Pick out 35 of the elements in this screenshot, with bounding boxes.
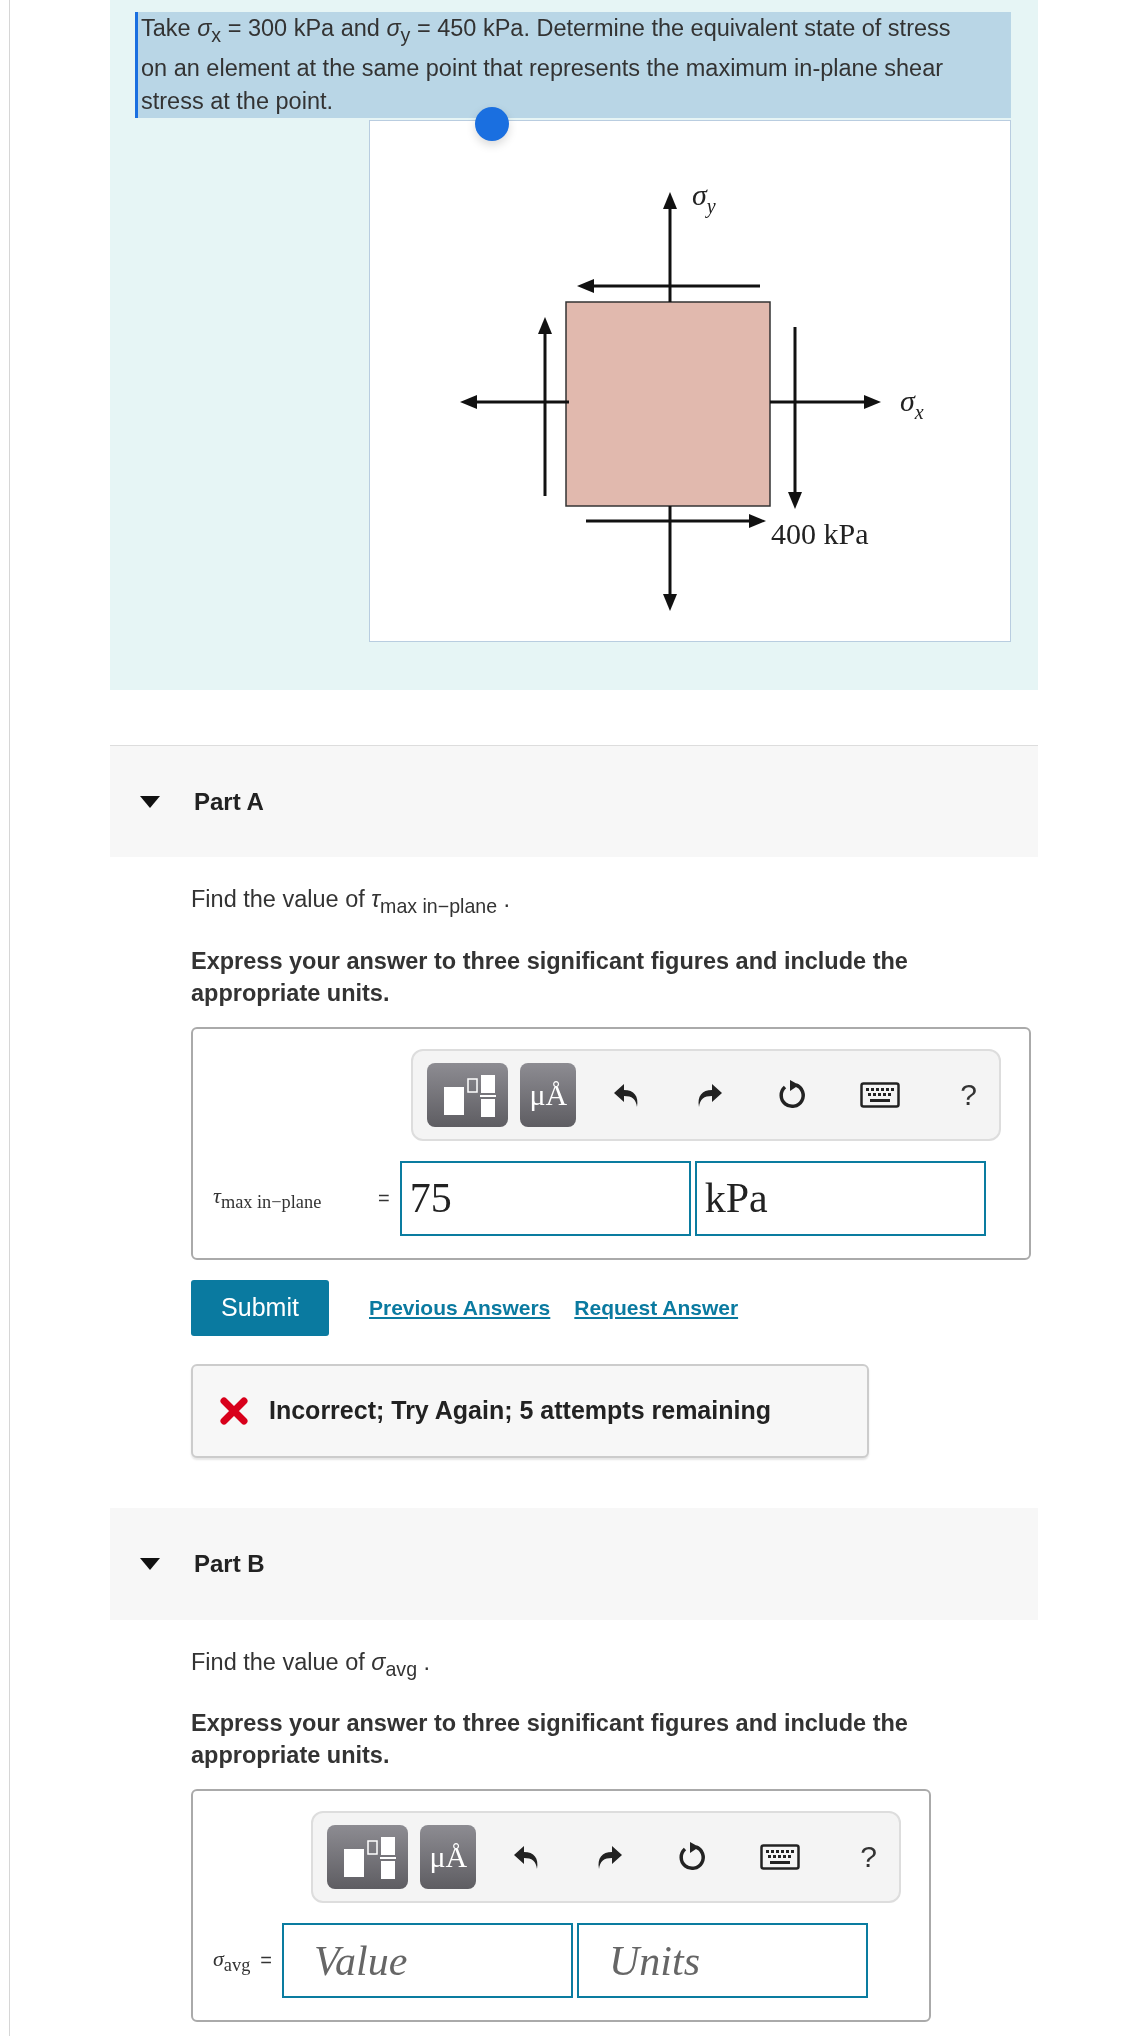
value-field[interactable]: 75: [399, 1160, 691, 1236]
part-header[interactable]: Part A: [110, 745, 1038, 857]
part-title: Part A: [194, 787, 264, 816]
equals-sign: =: [260, 1949, 272, 1973]
templates-button[interactable]: [327, 1825, 409, 1890]
keyboard-icon[interactable]: [860, 1081, 901, 1108]
instruction-text: Express your answer to three significant figures and include the appropriate units.: [191, 946, 909, 1008]
answer-label: σ$_{avg}$: [213, 1945, 251, 1977]
templates-button[interactable]: [427, 1062, 509, 1127]
units-field[interactable]: Units: [577, 1923, 868, 1999]
units-button[interactable]: μÅ: [520, 1062, 577, 1127]
shear-stress-label: 400 kPa: [771, 516, 869, 550]
units-button[interactable]: μÅ: [420, 1825, 477, 1890]
instruction-text: Express your answer to three significant figures and include the appropriate units.: [191, 1709, 909, 1771]
question-prompt: Find the value of τ$_{max in−plane}$ .: [191, 885, 512, 919]
help-button[interactable]: ?: [852, 1840, 885, 1875]
answer-label: τ$_{max in−plane}$: [213, 1183, 323, 1214]
help-button[interactable]: ?: [952, 1077, 985, 1112]
part-header[interactable]: Part B: [110, 1507, 1038, 1620]
answer-link[interactable]: Request Answer: [574, 1295, 739, 1320]
answer-link[interactable]: Previous Answers: [369, 1295, 551, 1320]
error-cross-icon: [219, 1395, 249, 1426]
value-field[interactable]: Value: [282, 1923, 573, 1999]
sigma-x-label: σ$_{x}$: [900, 383, 924, 423]
disclosure-triangle-icon[interactable]: [140, 795, 160, 808]
equals-sign: =: [378, 1186, 390, 1210]
submit-button[interactable]: Submit: [191, 1279, 329, 1336]
disclosure-triangle-icon[interactable]: [140, 1557, 160, 1570]
feedback-text: Incorrect; Try Again; 5 attempts remaining: [269, 1396, 771, 1426]
keyboard-icon[interactable]: [760, 1844, 801, 1871]
sigma-y-label: σ$_{y}$: [692, 177, 716, 217]
part-title: Part B: [194, 1549, 265, 1578]
problem-statement: Take σ$_{x}$ = 300 kPa and σ$_{y}$ = 450 kPa. Determine the equivalent state of stress on an element at the same point that represents the maximum in-plane shear stress at the point.: [135, 12, 1011, 118]
units-field[interactable]: kPa: [694, 1160, 986, 1236]
question-prompt: Find the value of σ$_{avg}$ .: [191, 1647, 432, 1682]
